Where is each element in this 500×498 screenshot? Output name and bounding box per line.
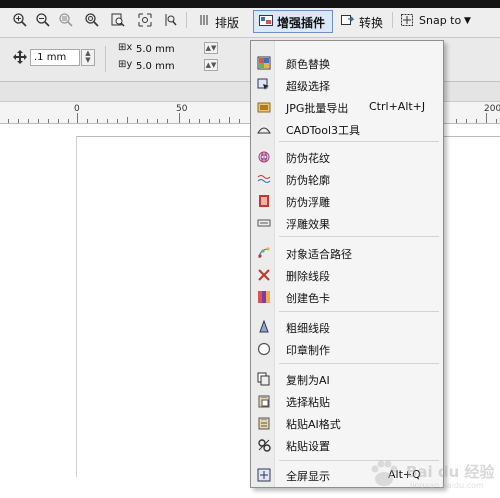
baidu-watermark: Bai du 经验 jingyan.baidu.com xyxy=(366,455,500,495)
jpg-export-icon xyxy=(257,100,271,114)
delete-segment-icon xyxy=(257,268,271,282)
cadtool-icon xyxy=(257,122,271,136)
snap-icon xyxy=(399,12,415,28)
menu-item-relief[interactable]: 浮雕效果 xyxy=(251,212,443,234)
menu-item-fit-path[interactable]: 对象适合路径 xyxy=(251,242,443,264)
plugin-dropdown-menu: 颜色替换 超级选择 JPG批量导出 Ctrl+Alt+J CADTool3工具 … xyxy=(250,40,444,488)
menu-item-delete-segment[interactable]: 删除线段 xyxy=(251,264,443,286)
convert-icon xyxy=(340,12,356,28)
layout-button[interactable]: 排版 xyxy=(215,14,239,31)
nudge-icon xyxy=(12,49,28,65)
menu-item-label: 印章制作 xyxy=(286,344,330,357)
toolbar-separator xyxy=(186,12,187,28)
fullscreen-icon xyxy=(257,468,271,482)
menu-item-cadtool[interactable]: CADTool3工具 xyxy=(251,118,443,140)
menu-item-label: 防伪轮廓 xyxy=(286,174,330,187)
zoom-page-icon[interactable] xyxy=(110,12,126,28)
snap-to-dropdown[interactable]: Snap to xyxy=(419,14,461,27)
menu-item-color-card[interactable]: 创建色卡 xyxy=(251,286,443,308)
menu-item-label: 全屏显示 xyxy=(286,470,330,483)
menu-item-label: CADTool3工具 xyxy=(286,124,361,137)
plugin-icon xyxy=(258,13,274,29)
zoom-in-icon[interactable] xyxy=(12,12,28,28)
menu-item-label: 颜色替换 xyxy=(286,58,330,71)
zoom-width-icon[interactable] xyxy=(137,12,153,28)
zoom-height-icon[interactable] xyxy=(163,12,179,28)
baidu-paw-logo xyxy=(371,460,398,486)
zoom-out-icon[interactable] xyxy=(35,12,51,28)
toolbar-separator xyxy=(105,46,106,72)
relief-icon xyxy=(257,216,271,230)
menu-item-color-replace[interactable]: 颜色替换 xyxy=(251,52,443,74)
menu-item-seal[interactable]: 印章制作 xyxy=(251,338,443,360)
menu-separator xyxy=(279,236,439,237)
dup-x-icon: ⊞x xyxy=(118,42,133,53)
window-title-bar xyxy=(0,0,500,8)
fit-path-icon xyxy=(257,246,271,260)
paste-special-icon xyxy=(257,394,271,408)
menu-separator xyxy=(279,311,439,312)
duplicate-y-input[interactable]: 5.0 mm xyxy=(133,59,203,76)
zoom-all-icon[interactable] xyxy=(84,12,100,28)
menu-item-emboss[interactable]: 防伪浮雕 xyxy=(251,190,443,212)
guilloche-icon xyxy=(257,150,271,164)
menu-item-paste-settings[interactable]: 粘贴设置 xyxy=(251,434,443,456)
menu-item-paste-ai[interactable]: 粘贴AI格式 xyxy=(251,412,443,434)
paste-ai-icon xyxy=(257,416,271,430)
menu-item-label: 超级选择 xyxy=(286,80,330,93)
ruler-label: 200 xyxy=(484,104,500,114)
menu-item-label: JPG批量导出 xyxy=(286,102,349,115)
zoom-selected-icon[interactable] xyxy=(58,12,74,28)
menu-item-shortcut: Ctrl+Alt+J xyxy=(369,100,426,113)
seal-icon xyxy=(257,342,271,356)
menu-item-wave-contour[interactable]: 防伪轮廓 xyxy=(251,168,443,190)
line-weight-icon xyxy=(257,320,271,334)
menu-separator xyxy=(279,141,439,142)
dup-y-stepper[interactable]: ▲▼ xyxy=(204,59,218,71)
menu-item-super-select[interactable]: 超级选择 xyxy=(251,74,443,96)
toolbar-separator xyxy=(392,12,393,28)
chevron-down-icon[interactable]: ▼ xyxy=(464,16,471,26)
menu-item-label: 删除线段 xyxy=(286,270,330,283)
menu-item-line-weight[interactable]: 粗细线段 xyxy=(251,316,443,338)
menu-item-label: 粘贴AI格式 xyxy=(286,418,341,431)
convert-button[interactable]: 转换 xyxy=(359,14,383,31)
menu-item-label: 对象适合路径 xyxy=(286,248,352,261)
menu-item-label: 浮雕效果 xyxy=(286,218,330,231)
menu-item-label: 粗细线段 xyxy=(286,322,330,335)
duplicate-x-input[interactable]: 5.0 mm xyxy=(133,42,203,59)
wave-contour-icon xyxy=(257,172,271,186)
menu-item-jpg-export[interactable]: JPG批量导出 Ctrl+Alt+J xyxy=(251,96,443,118)
ruler-label: 0 xyxy=(74,104,80,114)
menu-item-label: 粘贴设置 xyxy=(286,440,330,453)
super-select-icon xyxy=(257,78,271,92)
menu-item-copy-ai[interactable]: 复制为AI xyxy=(251,368,443,390)
nudge-stepper[interactable]: ▲ ▼ xyxy=(81,49,95,66)
nudge-distance-input[interactable]: .1 mm xyxy=(30,49,80,66)
layout-icon xyxy=(197,12,213,28)
emboss-icon xyxy=(257,194,271,208)
paste-settings-icon xyxy=(257,438,271,452)
dup-x-stepper[interactable]: ▲▼ xyxy=(204,42,218,54)
watermark-url: jingyan.baidu.com xyxy=(410,481,484,490)
color-replace-icon xyxy=(257,56,271,70)
menu-item-label: 复制为AI xyxy=(286,374,330,387)
menu-item-label: 防伪浮雕 xyxy=(286,196,330,209)
menu-separator xyxy=(279,363,439,364)
color-card-icon xyxy=(257,290,271,304)
copy-ai-icon xyxy=(257,372,271,386)
plugin-menu-label: 增强插件 xyxy=(277,16,326,30)
menu-item-guilloche[interactable]: 防伪花纹 xyxy=(251,146,443,168)
watermark-brand: Bai du 经验 xyxy=(406,463,495,481)
menu-item-label: 选择粘贴 xyxy=(286,396,330,409)
menu-item-label: 防伪花纹 xyxy=(286,152,330,165)
menu-item-label: 创建色卡 xyxy=(286,292,330,305)
menu-item-paste-special[interactable]: 选择粘贴 xyxy=(251,390,443,412)
ruler-label: 50 xyxy=(176,104,188,114)
dup-y-icon: ⊞y xyxy=(118,59,133,70)
